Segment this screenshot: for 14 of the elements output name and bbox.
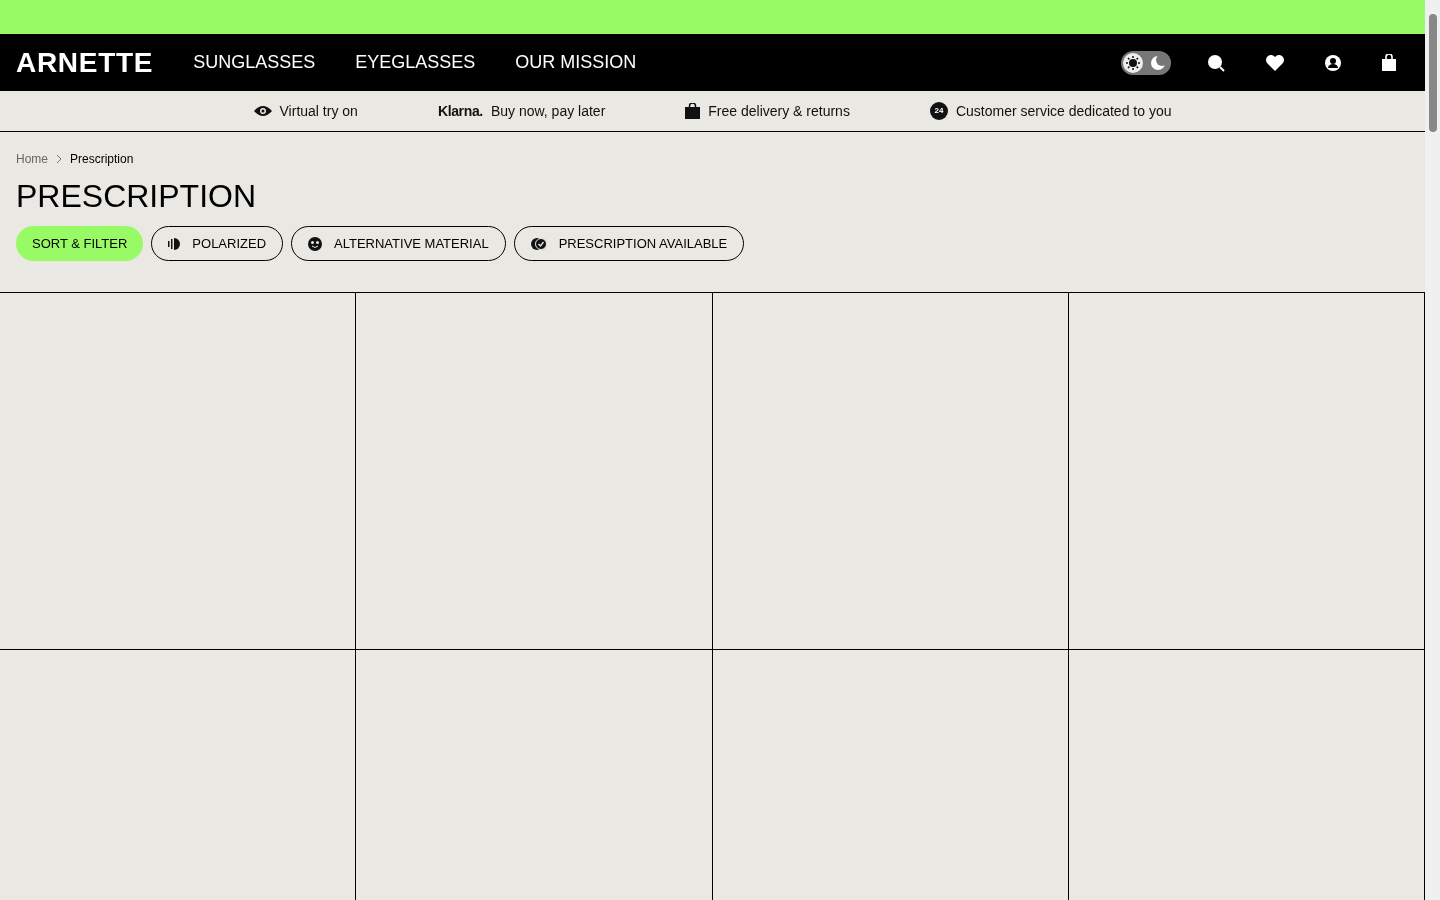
breadcrumb-link[interactable]: Home [16, 150, 48, 168]
page-title: PRESCRIPTION [16, 180, 258, 212]
benefit-text: Free delivery & returns [708, 101, 850, 121]
brand-logo[interactable]: ARNETTE [16, 48, 154, 77]
nav-link[interactable]: OUR MISSION [515, 49, 637, 76]
benefit-text: Buy now, pay later [490, 101, 606, 121]
benefit-text: Customer service dedicated to you [955, 101, 1172, 121]
klarna-logo: Klarna. [437, 101, 483, 121]
benefit-text: Virtual try on [279, 101, 358, 121]
nav-link[interactable]: SUNGLASSES [193, 49, 316, 76]
sort-filter-button[interactable]: SORT & FILTER [16, 226, 144, 261]
chat-badge-icon: 24 [929, 102, 948, 120]
nav-link[interactable]: EYEGLASSES [355, 49, 476, 76]
breadcrumb-current: Prescription [70, 151, 134, 168]
